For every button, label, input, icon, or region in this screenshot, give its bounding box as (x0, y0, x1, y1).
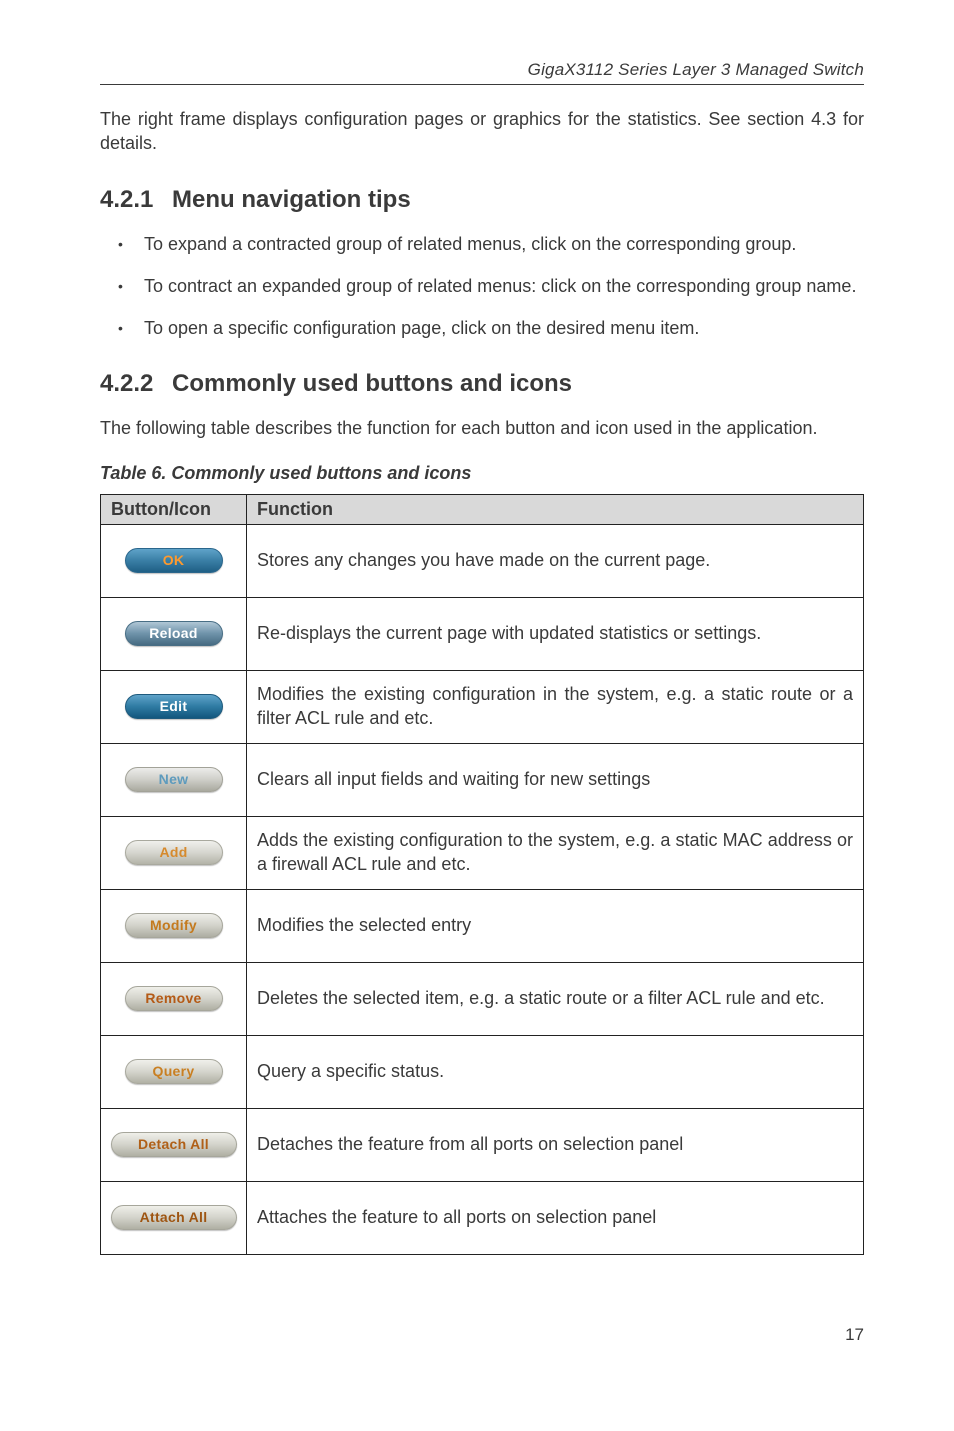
running-header: GigaX3112 Series Layer 3 Managed Switch (100, 60, 864, 85)
table-row: Modify Modifies the selected entry (101, 889, 864, 962)
new-button: New (125, 767, 223, 792)
attach-all-button: Attach All (111, 1205, 237, 1230)
modify-button: Modify (125, 913, 223, 938)
table-header-function: Function (247, 494, 864, 524)
section-422-title: Commonly used buttons and icons (172, 370, 572, 397)
table-row: Edit Modifies the existing configuration… (101, 670, 864, 743)
list-item: To expand a contracted group of related … (118, 232, 864, 256)
table-row: OK Stores any changes you have made on t… (101, 524, 864, 597)
table-row: Detach All Detaches the feature from all… (101, 1108, 864, 1181)
detach-all-button: Detach All (111, 1132, 237, 1157)
section-421-title: Menu navigation tips (172, 186, 411, 213)
table-caption: Table 6. Commonly used buttons and icons (100, 463, 864, 484)
section-422-paragraph: The following table describes the functi… (100, 416, 864, 440)
function-text: Stores any changes you have made on the … (247, 524, 864, 597)
intro-paragraph: The right frame displays configuration p… (100, 107, 864, 156)
ok-button: OK (125, 548, 223, 573)
table-row: Remove Deletes the selected item, e.g. a… (101, 962, 864, 1035)
function-text: Detaches the feature from all ports on s… (247, 1108, 864, 1181)
add-button: Add (125, 840, 223, 865)
edit-button: Edit (125, 694, 223, 719)
function-text: Query a specific status. (247, 1035, 864, 1108)
section-422-heading: 4.2.2Commonly used buttons and icons (100, 370, 864, 398)
table-header-button: Button/Icon (101, 494, 247, 524)
table-row: Query Query a specific status. (101, 1035, 864, 1108)
table-row: Attach All Attaches the feature to all p… (101, 1181, 864, 1254)
reload-button: Reload (125, 621, 223, 646)
list-item: To open a specific configuration page, c… (118, 316, 864, 340)
page-number: 17 (100, 1325, 864, 1345)
table-row: Reload Re-displays the current page with… (101, 597, 864, 670)
remove-button: Remove (125, 986, 223, 1011)
function-text: Clears all input fields and waiting for … (247, 743, 864, 816)
table-row: New Clears all input fields and waiting … (101, 743, 864, 816)
list-item: To contract an expanded group of related… (118, 274, 864, 298)
table-row: Add Adds the existing configuration to t… (101, 816, 864, 889)
section-421-list: To expand a contracted group of related … (100, 232, 864, 341)
buttons-table: Button/Icon Function OK Stores any chang… (100, 494, 864, 1255)
function-text: Attaches the feature to all ports on sel… (247, 1181, 864, 1254)
query-button: Query (125, 1059, 223, 1084)
section-422-number: 4.2.2 (100, 370, 172, 398)
function-text: Deletes the selected item, e.g. a static… (247, 962, 864, 1035)
function-text: Adds the existing configuration to the s… (247, 816, 864, 889)
function-text: Modifies the existing configuration in t… (247, 670, 864, 743)
function-text: Re-displays the current page with update… (247, 597, 864, 670)
section-421-heading: 4.2.1Menu navigation tips (100, 186, 864, 214)
function-text: Modifies the selected entry (247, 889, 864, 962)
section-421-number: 4.2.1 (100, 186, 172, 214)
